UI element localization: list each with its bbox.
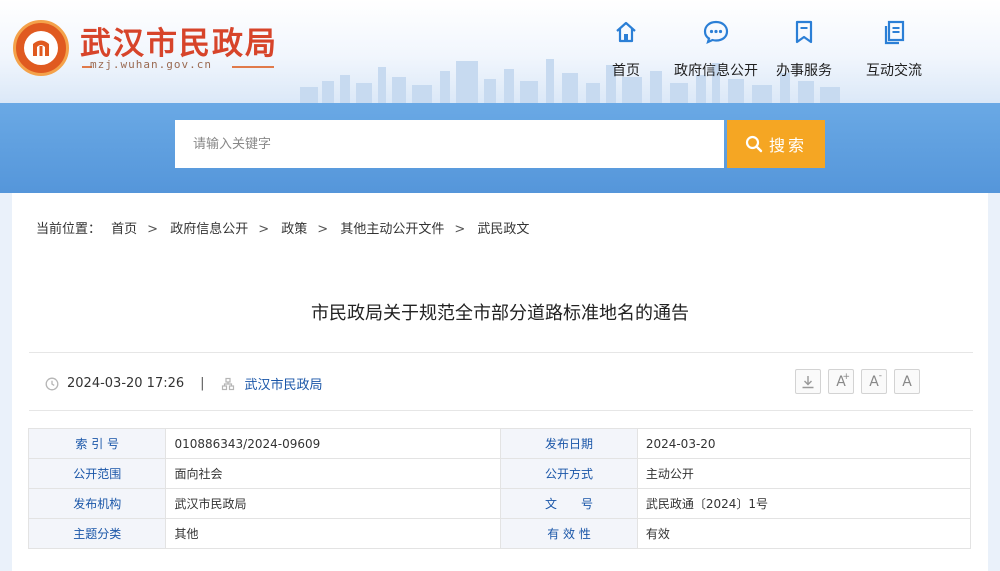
breadcrumb-separator: >	[454, 222, 466, 237]
breadcrumb: 当前位置： 首页 > 政府信息公开 > 政策 > 其他主动公开文件 > 武民政文	[36, 218, 535, 237]
info-value: 其他	[165, 518, 502, 549]
info-value: 面向社会	[165, 458, 502, 489]
logo-mark-icon	[33, 40, 49, 56]
site-title[interactable]: 武汉市民政局	[80, 18, 278, 63]
nav-gov-info-label: 政府信息公开	[674, 63, 758, 79]
publish-datetime: 2024-03-20 17:26	[67, 376, 185, 391]
site-domain: mzj.wuhan.gov.cn	[90, 58, 212, 71]
info-value: 2024-03-20	[636, 428, 972, 459]
search-icon	[745, 135, 763, 153]
content-panel: 当前位置： 首页 > 政府信息公开 > 政策 > 其他主动公开文件 > 武民政文 市民政…	[12, 193, 988, 571]
breadcrumb-separator: >	[317, 222, 329, 237]
search-button-label: 搜索	[768, 136, 807, 155]
site-header: 武汉市民政局 mzj.wuhan.gov.cn 首页 政府信息公开 办事服务 互…	[0, 0, 1000, 103]
breadcrumb-separator: >	[258, 222, 270, 237]
article-source: 武汉市民政局	[244, 378, 323, 393]
nav-services-label: 办事服务	[776, 63, 832, 79]
org-icon	[221, 377, 234, 390]
table-row: 公开范围 面向社会 公开方式 主动公开	[27, 458, 972, 489]
nav-interaction[interactable]: 互动交流	[848, 18, 940, 80]
breadcrumb-separator: >	[147, 222, 159, 237]
nav-interaction-label: 互动交流	[866, 63, 922, 79]
breadcrumb-item-other-files[interactable]: 其他主动公开文件	[340, 222, 444, 237]
table-row: 主题分类 其他 有 效 性 有效	[27, 518, 972, 549]
nav-home-label: 首页	[612, 63, 640, 79]
search-input[interactable]	[175, 120, 724, 168]
chat-bubble-icon	[703, 20, 729, 44]
logo-divider-right	[232, 66, 274, 68]
article-meta: 2024-03-20 17:26 | 武汉市民政局	[45, 374, 323, 393]
info-key: 发布机构	[27, 488, 167, 519]
clock-icon	[45, 377, 59, 390]
info-value: 武汉市民政局	[165, 488, 502, 519]
info-key: 有 效 性	[500, 518, 638, 549]
breadcrumb-item-current[interactable]: 武民政文	[477, 222, 529, 237]
document-info-table: 索 引 号 010886343/2024-09609 发布日期 2024-03-…	[27, 428, 972, 549]
search-button[interactable]: 搜索	[727, 120, 825, 168]
minus-icon: -	[878, 371, 882, 381]
breadcrumb-item-gov-info[interactable]: 政府信息公开	[170, 222, 248, 237]
font-increase-button[interactable]: A +	[828, 369, 854, 394]
breadcrumb-prefix: 当前位置：	[36, 222, 102, 237]
nav-services[interactable]: 办事服务	[758, 18, 850, 80]
info-key: 主题分类	[27, 518, 167, 549]
nav-home[interactable]: 首页	[580, 18, 672, 80]
info-value: 有效	[636, 518, 972, 549]
meta-separator: |	[200, 376, 205, 391]
info-value: 010886343/2024-09609	[165, 428, 502, 459]
info-key: 发布日期	[500, 428, 638, 459]
info-value: 武民政通〔2024〕1号	[636, 488, 972, 519]
divider	[29, 410, 973, 411]
bookmark-icon	[795, 20, 813, 44]
download-button[interactable]	[795, 369, 821, 394]
font-decrease-label: A	[869, 373, 879, 390]
info-key: 索 引 号	[27, 428, 167, 459]
info-value: 主动公开	[636, 458, 972, 489]
info-key: 公开范围	[27, 458, 167, 489]
table-row: 发布机构 武汉市民政局 文 号 武民政通〔2024〕1号	[27, 488, 972, 519]
info-key: 文 号	[500, 488, 638, 519]
article-title: 市民政局关于规范全市部分道路标准地名的通告	[311, 303, 689, 324]
table-row: 索 引 号 010886343/2024-09609 发布日期 2024-03-…	[27, 428, 972, 459]
breadcrumb-item-home[interactable]: 首页	[111, 222, 137, 237]
search-band: 搜索	[0, 103, 1000, 193]
logo-emblem[interactable]	[13, 20, 69, 76]
documents-icon	[884, 20, 905, 45]
nav-gov-info[interactable]: 政府信息公开	[670, 18, 762, 80]
home-icon	[616, 21, 636, 43]
info-key: 公开方式	[500, 458, 638, 489]
plus-icon: +	[842, 372, 850, 382]
font-reset-label: A	[902, 373, 912, 390]
font-decrease-button[interactable]: A-	[861, 369, 887, 394]
breadcrumb-item-policy[interactable]: 政策	[281, 222, 307, 237]
article-tools: A + A- A	[795, 369, 920, 394]
download-icon	[802, 375, 814, 388]
divider	[29, 352, 973, 353]
font-reset-button[interactable]: A	[894, 369, 920, 394]
